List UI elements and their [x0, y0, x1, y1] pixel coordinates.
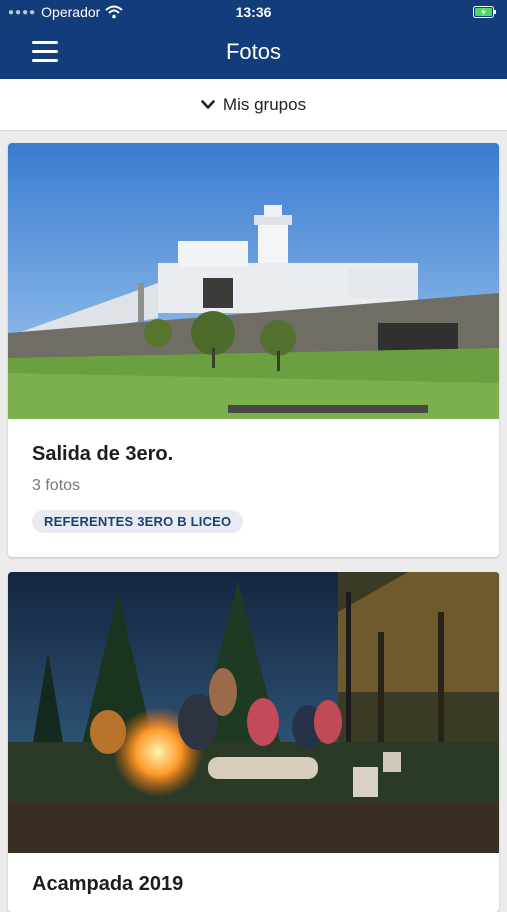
status-bar: ●●●● Operador 13:36	[0, 0, 507, 26]
album-cover-photo	[8, 572, 499, 853]
group-badge: REFERENTES 3ERO B LICEO	[32, 510, 244, 533]
album-title: Salida de 3ero.	[32, 443, 174, 465]
filter-label: Mis grupos	[222, 94, 307, 114]
album-card[interactable]: Acampada 2019	[8, 572, 499, 912]
album-card[interactable]: Salida de 3ero. 3 fotos REFERENTES 3ERO …	[8, 143, 499, 557]
groups-filter-dropdown[interactable]: Mis grupos	[0, 79, 507, 131]
page-title: Fotos	[225, 39, 282, 64]
album-cover-photo	[8, 143, 499, 419]
battery-charging-icon	[473, 6, 496, 18]
chevron-down-icon	[201, 99, 215, 109]
top-navbar: Fotos	[0, 26, 507, 79]
status-time: 13:36	[235, 4, 272, 20]
album-photo-count: 3 fotos	[32, 477, 81, 494]
album-title: Acampada 2019	[32, 873, 184, 895]
